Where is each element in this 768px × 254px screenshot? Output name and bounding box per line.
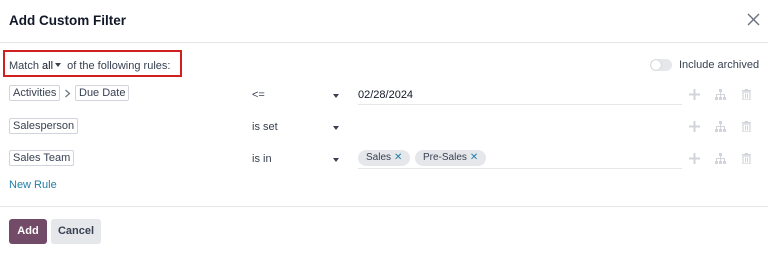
rule-path-segment[interactable]: Activities (9, 85, 61, 101)
rule-operator-select[interactable]: is in (252, 153, 341, 169)
include-archived-toggle[interactable] (650, 59, 672, 71)
rule-operator-select[interactable]: <= (252, 89, 341, 105)
rule-tags-input[interactable]: Sales ✕ Pre-Sales ✕ (358, 149, 682, 169)
footer-divider (0, 206, 768, 207)
hierarchy-icon[interactable] (715, 153, 726, 164)
rule-path-segment[interactable]: Due Date (75, 85, 130, 101)
rule-path-segment[interactable]: Sales Team (9, 150, 75, 166)
tag-sales: Sales ✕ (358, 150, 411, 166)
tag-label: Pre-Sales (423, 152, 467, 163)
rule-operator-value: is set (252, 121, 278, 133)
tag-pre-sales: Pre-Sales ✕ (415, 150, 487, 166)
match-suffix: of the following rules: (67, 60, 171, 72)
chevron-right-icon (65, 89, 71, 98)
new-rule-link[interactable]: New Rule (9, 179, 57, 191)
include-archived-label: Include archived (679, 59, 760, 71)
match-selector[interactable]: all (42, 60, 64, 72)
trash-icon[interactable] (741, 89, 752, 100)
caret-down-icon (333, 126, 339, 130)
rule-value-input[interactable]: 02/28/2024 (358, 85, 682, 105)
match-selector-value[interactable]: all (42, 60, 53, 72)
rule-operator-value: <= (252, 89, 265, 101)
dialog-title: Add Custom Filter (9, 13, 126, 28)
trash-icon[interactable] (741, 153, 752, 164)
plus-icon[interactable] (689, 121, 700, 132)
dialog-header: Add Custom Filter (0, 0, 768, 43)
rule-operator-select[interactable]: is set (252, 121, 341, 137)
caret-down-icon (333, 158, 339, 162)
match-line: Match all of the following rules: (9, 60, 170, 72)
match-prefix: Match (9, 60, 39, 72)
rule-operator-value: is in (252, 153, 272, 165)
rule-path-segment[interactable]: Salesperson (9, 118, 79, 134)
remove-tag-icon[interactable]: ✕ (394, 152, 402, 163)
close-icon[interactable] (746, 12, 761, 27)
caret-down-icon (333, 94, 339, 98)
plus-icon[interactable] (689, 153, 700, 164)
trash-icon[interactable] (741, 121, 752, 132)
hierarchy-icon[interactable] (715, 121, 726, 132)
rule-value-text: 02/28/2024 (358, 89, 414, 101)
hierarchy-icon[interactable] (715, 89, 726, 100)
caret-down-icon (55, 63, 62, 68)
toggle-knob (651, 60, 661, 70)
remove-tag-icon[interactable]: ✕ (470, 152, 478, 163)
plus-icon[interactable] (689, 89, 700, 100)
cancel-button[interactable]: Cancel (51, 219, 101, 244)
tag-label: Sales (366, 152, 392, 163)
add-button[interactable]: Add (9, 219, 47, 244)
